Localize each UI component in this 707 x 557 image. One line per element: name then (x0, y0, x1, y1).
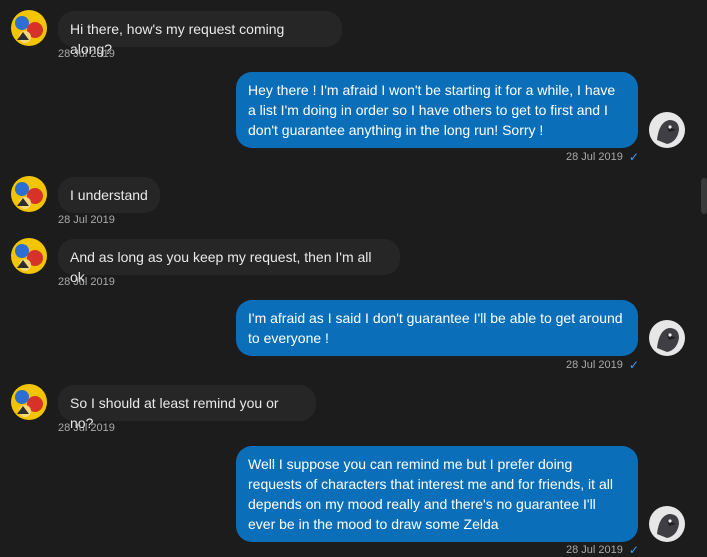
message-bubble[interactable]: I'm afraid as I said I don't guarantee I… (236, 300, 638, 356)
user-avatar-icon (649, 320, 685, 356)
message-text: I understand (70, 187, 148, 203)
message-text: And as long as you keep my request, then… (70, 249, 372, 285)
message-timestamp: 28 Jul 2019 ✓ (566, 357, 639, 372)
message-bubble[interactable]: And as long as you keep my request, then… (58, 239, 400, 285)
read-check-icon: ✓ (628, 357, 639, 372)
message-bubble[interactable]: Hey there ! I'm afraid I won't be starti… (236, 72, 638, 148)
message-timestamp: 28 Jul 2019 (58, 214, 115, 226)
message-timestamp: 28 Jul 2019 ✓ (566, 542, 639, 557)
sender-avatar[interactable] (11, 384, 47, 420)
message-timestamp: 28 Jul 2019 ✓ (566, 149, 639, 164)
message-timestamp: 28 Jul 2019 (58, 48, 115, 60)
own-avatar[interactable] (649, 320, 685, 356)
message-timestamp: 28 Jul 2019 (58, 422, 115, 434)
message-bubble[interactable]: I understand (58, 177, 160, 213)
message-bubble[interactable]: Hi there, how's my request coming along? (58, 11, 342, 57)
message-text: Hey there ! I'm afraid I won't be starti… (248, 82, 616, 138)
own-avatar[interactable] (649, 112, 685, 148)
message-bubble[interactable]: So I should at least remind you or no? (58, 385, 316, 431)
message-text: Well I suppose you can remind me but I p… (248, 456, 613, 532)
message-timestamp: 28 Jul 2019 (58, 276, 115, 288)
scrollbar[interactable] (701, 0, 707, 551)
read-check-icon: ✓ (628, 149, 639, 164)
user-avatar-icon (11, 10, 47, 46)
chat-thread: Hi there, how's my request coming along?… (0, 0, 707, 556)
user-avatar-icon (11, 384, 47, 420)
sender-avatar[interactable] (11, 238, 47, 274)
own-avatar[interactable] (649, 506, 685, 542)
message-bubble[interactable]: Well I suppose you can remind me but I p… (236, 446, 638, 542)
read-check-icon: ✓ (628, 542, 639, 557)
user-avatar-icon (11, 176, 47, 212)
user-avatar-icon (11, 238, 47, 274)
user-avatar-icon (649, 112, 685, 148)
user-avatar-icon (649, 506, 685, 542)
sender-avatar[interactable] (11, 176, 47, 212)
sender-avatar[interactable] (11, 10, 47, 46)
message-text: I'm afraid as I said I don't guarantee I… (248, 310, 623, 346)
scrollbar-thumb[interactable] (701, 178, 707, 214)
